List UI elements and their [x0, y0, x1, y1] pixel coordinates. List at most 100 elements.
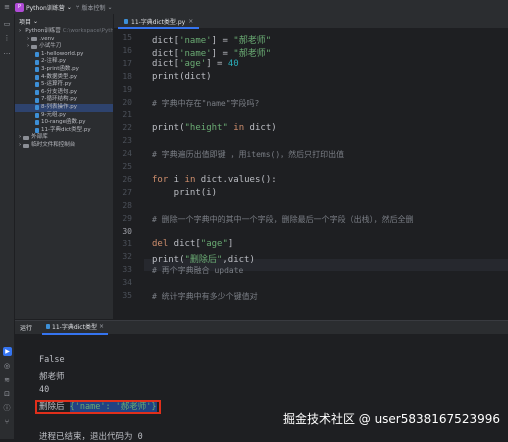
- output-line: 删除后 {'name': '郝老师'}: [35, 400, 161, 414]
- code-line[interactable]: for i in dict.values():: [152, 175, 277, 185]
- tree-item[interactable]: 8-列表操作.py: [15, 103, 113, 112]
- line-number: 33: [122, 265, 132, 275]
- run-icon[interactable]: ▶: [3, 347, 12, 356]
- chevron-down-icon: ⌄: [107, 3, 113, 11]
- close-icon[interactable]: ×: [188, 18, 193, 25]
- python-file-icon: [35, 120, 39, 126]
- code-line[interactable]: print("删除后",dict): [152, 252, 255, 265]
- highlighted-output: 删除后 {'name': '郝老师'}: [35, 400, 161, 414]
- line-number: 24: [122, 149, 132, 159]
- tree-item[interactable]: 10-range函数.py: [15, 119, 113, 127]
- chevron-right-icon[interactable]: ›: [19, 134, 21, 142]
- tree-item[interactable]: › Python训练营 C:\workspace\Pyth: [15, 28, 113, 36]
- code-line[interactable]: # 删除一个字典中的其中一个字段，删除最后一个字段（出栈），然后全删: [152, 214, 414, 225]
- vcs-label: 版本控制: [81, 4, 106, 12]
- tool-window-strip: ▭ ⋮ … ▶ ◎ ≋ ⊡ ⓘ ⑂: [0, 14, 15, 439]
- tree-item-label: Python训练营: [25, 28, 61, 34]
- tree-item[interactable]: 9-元组.py: [15, 112, 113, 120]
- more-icon[interactable]: …: [3, 48, 11, 56]
- problems-icon[interactable]: ⓘ: [3, 404, 11, 412]
- code-line[interactable]: # 再个字典融合 update: [152, 265, 243, 276]
- code-editor[interactable]: dict['name'] = "郝老师" dict['name'] = "郝老师"…: [146, 29, 508, 319]
- code-line[interactable]: # 字典遍历出值即键 ，用items()，然后只打印出值: [152, 149, 344, 160]
- main-menu-icon[interactable]: ≡: [3, 3, 11, 11]
- layers-icon[interactable]: ≋: [3, 376, 11, 384]
- python-file-icon: [35, 112, 39, 118]
- code-line[interactable]: # 字典中存在"name"字段吗?: [152, 98, 259, 109]
- tree-item[interactable]: 11-字典dict类型.py: [15, 127, 113, 135]
- line-number: 35: [122, 291, 132, 300]
- output-line: 进程已结束，退出代码为 0: [39, 432, 143, 442]
- run-tab[interactable]: 11-字典dict类型 ×: [42, 321, 108, 335]
- selected-output-value: {'name': '郝老师'}: [69, 402, 157, 412]
- run-panel-header: 运行 11-字典dict类型 ×: [15, 321, 508, 335]
- python-file-icon: [35, 128, 39, 134]
- python-file-icon: [35, 52, 39, 58]
- tree-item-label: 10-range函数.py: [41, 119, 86, 126]
- line-number: 15: [122, 33, 132, 42]
- python-file-icon: [35, 105, 39, 111]
- chevron-down-icon: ⌄: [66, 3, 72, 11]
- terminal-icon[interactable]: ⊡: [3, 390, 11, 398]
- line-number: 29: [122, 213, 132, 223]
- code-line[interactable]: dict['age'] = 40: [152, 59, 239, 69]
- python-file-icon: [35, 67, 39, 73]
- chevron-right-icon[interactable]: ›: [27, 36, 29, 44]
- folder-icon: [31, 37, 38, 42]
- output-line: 郝老师: [39, 372, 65, 382]
- tree-item-label: 7-循环结构.py: [41, 96, 77, 103]
- code-line[interactable]: print(i): [152, 188, 217, 198]
- python-file-icon: [35, 90, 39, 96]
- project-switcher[interactable]: P Python训练营 ⌄: [15, 2, 72, 12]
- code-line[interactable]: # 统计字典中有多少个键值对: [152, 291, 258, 302]
- tree-item[interactable]: 7-循环结构.py: [15, 96, 113, 104]
- folder-icon[interactable]: ▭: [3, 20, 11, 28]
- chevron-right-icon[interactable]: ›: [19, 28, 21, 36]
- tree-item[interactable]: › .venv: [15, 36, 113, 44]
- python-file-icon: [124, 18, 128, 24]
- tree-item-label: 临时文件和控制台: [31, 141, 76, 148]
- code-line[interactable]: dict['name'] = "郝老师": [152, 33, 271, 46]
- tree-item[interactable]: 2-注释.py: [15, 58, 113, 66]
- tree-item[interactable]: 3-print函数.py: [15, 66, 113, 74]
- line-number: 16: [122, 45, 132, 55]
- title-bar: ≡ P Python训练营 ⌄ ⑂ 版本控制 ⌄: [0, 0, 508, 15]
- output-line: False: [39, 355, 65, 365]
- line-number: 21: [122, 110, 132, 120]
- tree-item-label: 外部库: [31, 134, 48, 141]
- tree-item-label: 2-注释.py: [41, 58, 66, 65]
- python-file-icon: [35, 97, 39, 103]
- folder-icon: [31, 44, 38, 49]
- line-number: 23: [122, 136, 132, 146]
- tree-item[interactable]: 5-运算符.py: [15, 81, 113, 89]
- code-line[interactable]: dict['name'] = "郝老师": [152, 46, 271, 59]
- tree-item[interactable]: › 临时文件和控制台: [15, 142, 113, 150]
- tree-item[interactable]: › 外部库: [15, 134, 113, 142]
- tree-item-label: 8-列表操作.py: [41, 103, 77, 110]
- project-panel: 项目 ⌄ › Python训练营 C:\workspace\Pyth › .venv › 小…: [15, 14, 114, 319]
- run-panel-title: 运行: [20, 325, 33, 332]
- tree-item-label: 3-print函数.py: [41, 65, 79, 72]
- chevron-right-icon[interactable]: ›: [19, 142, 21, 150]
- vcs-menu[interactable]: ⑂ 版本控制 ⌄: [76, 3, 113, 12]
- tree-item-label: 5-运算符.py: [41, 81, 72, 88]
- tree-item-label: 11-字典dict类型.py: [41, 126, 91, 133]
- tree-item[interactable]: › 小试牛刀: [15, 43, 113, 51]
- chevron-right-icon[interactable]: ›: [27, 43, 29, 51]
- project-name: Python训练营: [26, 4, 65, 12]
- output-line: 40: [39, 385, 50, 395]
- line-number: 34: [122, 278, 132, 288]
- tree-item-label: 9-元组.py: [41, 111, 66, 118]
- line-number: 25: [122, 162, 132, 171]
- git-icon[interactable]: ⑂: [3, 418, 11, 426]
- close-icon[interactable]: ×: [99, 323, 104, 330]
- code-line[interactable]: print("height" in dict): [152, 123, 277, 133]
- editor-tab[interactable]: 11-字典dict类型.py ×: [118, 15, 200, 29]
- python-console-icon[interactable]: ◎: [3, 362, 11, 370]
- python-file-icon: [35, 74, 39, 80]
- chevron-down-icon: ⌄: [33, 17, 39, 25]
- code-line[interactable]: del dict["age"]: [152, 239, 233, 249]
- line-number: 22: [122, 123, 132, 133]
- code-line[interactable]: print(dict): [152, 72, 212, 82]
- structure-icon[interactable]: ⋮: [3, 34, 11, 42]
